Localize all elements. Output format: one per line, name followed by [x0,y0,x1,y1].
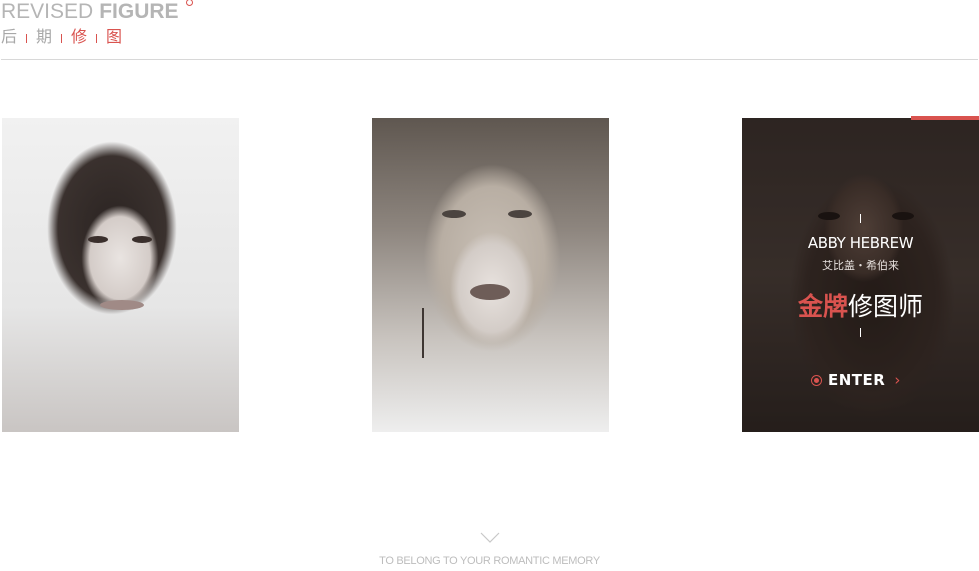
subtitle-separator [61,34,63,43]
portrait-card-3[interactable]: ABBY HEBREW 艾比盖・希伯来 金牌修图师 ENTER › [742,118,979,432]
caption-tick-top [860,214,861,223]
subtitle-separator [26,34,28,43]
title-highlight: 金牌 [797,292,848,321]
active-card-indicator [911,116,979,120]
subtitle-char-1: 后 [1,27,18,46]
record-dot-icon [811,374,822,386]
subtitle-char-2: 期 [36,27,53,46]
card-caption: ABBY HEBREW 艾比盖・希伯来 金牌修图师 ENTER › [742,118,979,432]
chevron-down-icon[interactable] [480,532,500,544]
portrait-photo-1 [2,118,239,432]
registered-mark-icon [186,0,193,6]
caption-tick-bottom [860,328,861,337]
subtitle-char-4: 图 [106,27,123,46]
enter-label: ENTER [828,371,886,389]
brand-logo[interactable]: REVISED FIGURE [1,0,179,24]
mouth [470,284,510,300]
title-rest: 修图师 [848,292,924,321]
portrait-card-1[interactable] [2,118,239,432]
portrait-card-2[interactable] [372,118,609,432]
brand-word-figure: FIGURE [99,0,179,23]
footer-tagline: TO BELONG TO YOUR ROMANTIC MEMORY [379,555,600,567]
mouth [100,300,144,310]
retoucher-title: 金牌修图师 [742,287,979,323]
eye-left [442,210,466,218]
earring [422,308,424,358]
retoucher-name-cn: 艾比盖・希伯来 [822,259,899,272]
site-header: REVISED FIGURE 后 期 修 图 [0,0,979,60]
portrait-photo-2 [372,118,609,432]
eye-right [508,210,532,218]
retoucher-name-en: ABBY HEBREW [807,234,914,252]
enter-button[interactable]: ENTER › [811,370,900,390]
subtitle-separator [96,34,98,43]
chevron-right-icon: › [894,371,901,389]
brand-word-revised: REVISED [1,0,94,23]
eye-right [132,236,152,243]
header-divider [1,59,978,60]
eye-left [88,236,108,243]
section-subtitle: 后 期 修 图 [1,27,122,47]
subtitle-char-3: 修 [71,27,88,46]
